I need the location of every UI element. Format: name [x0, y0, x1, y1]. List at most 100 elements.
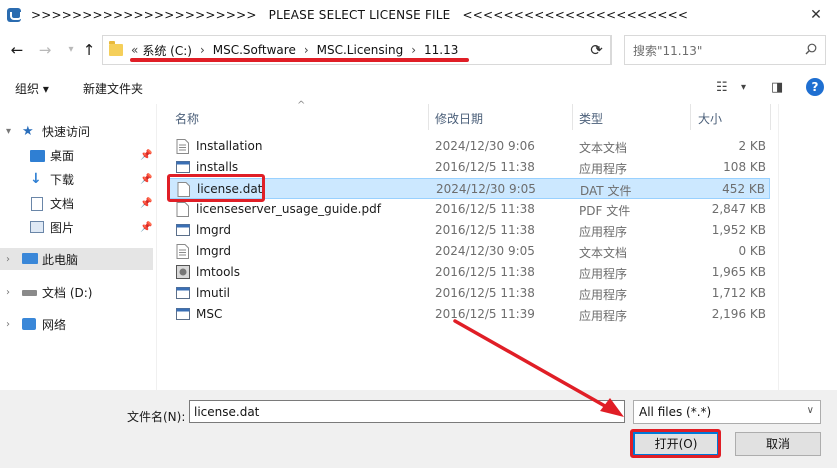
sidebar-item-network[interactable]: › 网络	[0, 313, 153, 335]
pin-icon[interactable]: 📌	[140, 198, 152, 209]
file-type: 文本文档	[579, 246, 628, 260]
sidebar-item-desktop[interactable]: 桌面 📌	[0, 144, 153, 166]
pin-icon[interactable]: 📌	[140, 222, 152, 233]
pictures-icon	[30, 221, 44, 233]
file-highlight-box	[167, 174, 265, 202]
app-icon	[176, 286, 190, 301]
file-date: 2016/12/5 11:38	[435, 286, 535, 300]
help-icon[interactable]: ?	[806, 78, 824, 96]
file-date: 2016/12/5 11:39	[435, 307, 535, 321]
tools-app-icon	[176, 265, 190, 280]
download-icon: ↓	[30, 171, 42, 187]
chevron-down-icon[interactable]: ▾	[741, 82, 746, 93]
file-type: PDF 文件	[579, 204, 631, 218]
documents-icon	[31, 197, 43, 211]
chevron-right-icon[interactable]: ›	[6, 319, 10, 330]
chevron-right-icon[interactable]: ›	[411, 43, 416, 57]
file-type: 应用程序	[579, 225, 628, 239]
sidebar-item-drive-d[interactable]: › 文档 (D:)	[0, 281, 153, 303]
organize-label[interactable]: 组织	[15, 82, 39, 96]
sidebar-item-downloads[interactable]: ↓ 下载 📌	[0, 168, 153, 190]
new-folder-button[interactable]: 新建文件夹	[83, 80, 143, 97]
sidebar-item-label: 桌面	[50, 148, 75, 163]
filename-input[interactable]	[189, 400, 625, 423]
window-title: >>>>>>>>>>>>>>>>>>>>>> PLEASE SELECT LIC…	[31, 8, 689, 22]
forward-button[interactable]: →	[36, 41, 54, 59]
app-icon	[176, 160, 190, 175]
search-input[interactable]: 搜索"11.13"	[624, 35, 826, 65]
sidebar-item-pictures[interactable]: 图片 📌	[0, 216, 153, 238]
chevron-right-icon[interactable]: ›	[304, 43, 309, 57]
breadcrumb-version[interactable]: 11.13	[424, 43, 458, 57]
file-size: 2,847 KB	[711, 202, 766, 216]
breadcrumb-drive[interactable]: 系统 (C:)	[142, 42, 192, 59]
computer-icon	[22, 253, 38, 264]
file-type-value: All files (*.*)	[639, 405, 712, 419]
close-button[interactable]: ✕	[807, 6, 825, 24]
text-file-icon	[176, 244, 189, 259]
column-header-size[interactable]: 大小	[698, 110, 722, 127]
file-date: 2024/12/30 9:05	[435, 244, 535, 258]
file-name: Installation	[196, 139, 263, 153]
recent-locations-button[interactable]: ▾	[62, 41, 80, 59]
sidebar-item-documents[interactable]: 文档 📌	[0, 192, 153, 214]
file-name: installs	[196, 160, 239, 174]
file-row[interactable]: lmgrd 2016/12/5 11:38 应用程序 1,952 KB	[167, 220, 770, 241]
file-size: 0 KB	[738, 244, 766, 258]
back-button[interactable]: ←	[8, 41, 26, 59]
chevron-down-icon[interactable]: ▾	[6, 126, 11, 137]
sidebar-item-label: 网络	[42, 317, 67, 332]
file-name: licenseserver_usage_guide.pdf	[196, 202, 381, 216]
search-placeholder: 搜索"11.13"	[633, 43, 703, 58]
pin-icon[interactable]: 📌	[140, 150, 152, 161]
file-type: 文本文档	[579, 141, 628, 155]
view-options-icon[interactable]: ☷	[716, 80, 728, 95]
network-icon	[22, 318, 36, 330]
sort-ascending-icon: ^	[297, 100, 306, 111]
breadcrumb-msclicensing[interactable]: MSC.Licensing	[317, 43, 404, 57]
chevron-right-icon[interactable]: ›	[6, 287, 10, 298]
file-date: 2016/12/5 11:38	[435, 265, 535, 279]
file-type-select[interactable]: All files (*.*) ∨	[633, 400, 821, 424]
cancel-button[interactable]: 取消	[735, 432, 821, 456]
column-header-date[interactable]: 修改日期	[435, 110, 483, 127]
overflow-marker[interactable]: «	[131, 43, 138, 57]
star-icon: ★	[22, 123, 34, 139]
chevron-down-icon[interactable]: ∨	[807, 405, 814, 416]
breadcrumb-mscsoftware[interactable]: MSC.Software	[213, 43, 296, 57]
sidebar-item-label: 下载	[50, 172, 75, 187]
file-row[interactable]: licenseserver_usage_guide.pdf 2016/12/5 1…	[167, 199, 770, 220]
file-name: lmtools	[196, 265, 240, 279]
column-divider[interactable]	[690, 104, 691, 130]
file-row[interactable]: Installation 2024/12/30 9:06 文本文档 2 KB	[167, 136, 770, 157]
file-row[interactable]: lmutil 2016/12/5 11:38 应用程序 1,712 KB	[167, 283, 770, 304]
navigation-bar: ← → ▾ ↑ « 系统 (C:) › MSC.Software › MSC.L…	[0, 32, 837, 68]
file-type: DAT 文件	[580, 184, 632, 198]
search-icon	[805, 43, 817, 55]
chevron-right-icon[interactable]: ›	[6, 254, 10, 265]
app-icon	[176, 223, 190, 238]
column-divider[interactable]	[428, 104, 429, 130]
refresh-button[interactable]: ⟳	[582, 35, 612, 65]
file-size: 1,965 KB	[711, 265, 766, 279]
column-header-type[interactable]: 类型	[579, 110, 603, 127]
file-row[interactable]: lmgrd 2024/12/30 9:05 文本文档 0 KB	[167, 241, 770, 262]
file-date: 2016/12/5 11:38	[435, 160, 535, 174]
sidebar-item-quick-access[interactable]: ▾ ★ 快速访问	[0, 120, 153, 142]
sidebar-item-this-pc[interactable]: › 此电脑	[0, 248, 153, 270]
file-date: 2016/12/5 11:38	[435, 202, 535, 216]
preview-pane-icon[interactable]: ◨	[771, 80, 783, 95]
column-divider[interactable]	[572, 104, 573, 130]
column-header-name[interactable]: 名称	[175, 110, 199, 127]
file-name: MSC	[196, 307, 223, 321]
pin-icon[interactable]: 📌	[140, 174, 152, 185]
column-divider[interactable]	[770, 104, 771, 130]
file-row[interactable]: MSC 2016/12/5 11:39 应用程序 2,196 KB	[167, 304, 770, 325]
file-type: 应用程序	[579, 288, 628, 302]
up-button[interactable]: ↑	[80, 41, 98, 59]
sidebar-item-label: 文档	[50, 196, 75, 211]
chevron-right-icon[interactable]: ›	[200, 43, 205, 57]
organize-menu[interactable]: 组织 ▾	[15, 80, 49, 97]
file-row[interactable]: lmtools 2016/12/5 11:38 应用程序 1,965 KB	[167, 262, 770, 283]
file-name: lmgrd	[196, 244, 231, 258]
